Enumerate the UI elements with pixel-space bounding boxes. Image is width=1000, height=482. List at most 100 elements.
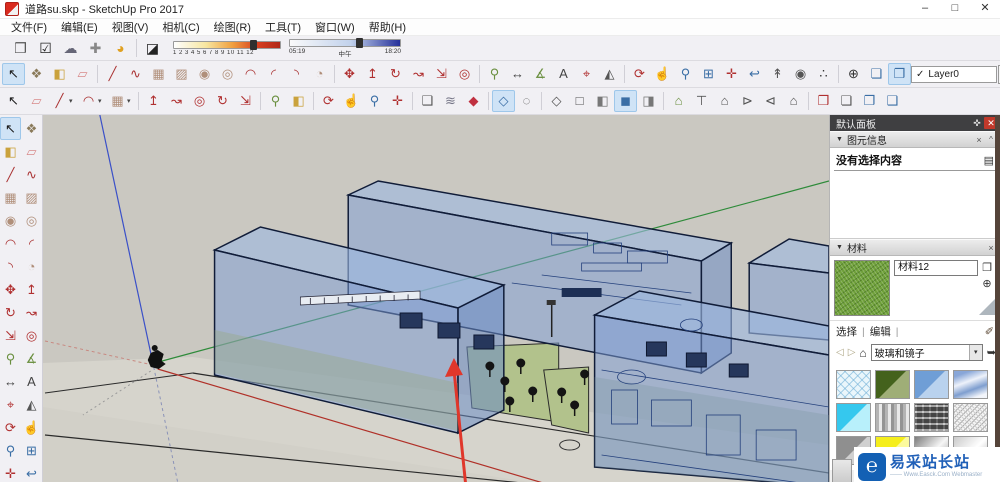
display-section-cuts-button-2[interactable]: ❐ <box>858 90 881 112</box>
paint-bucket-tool[interactable]: ◧ <box>48 63 71 85</box>
right-view-button[interactable]: ⊳ <box>736 90 759 112</box>
material-preview-grass[interactable] <box>834 260 890 316</box>
lt-three-d-text-tool[interactable]: ◭ <box>21 393 42 416</box>
line-tool[interactable]: ╱ <box>101 63 124 85</box>
close-button[interactable]: ✕ <box>970 0 1000 18</box>
layer-dropdown[interactable]: ✓ Layer0 <box>911 65 997 83</box>
wireframe-mode-button[interactable]: ◇ <box>545 90 568 112</box>
shadows-dialog-button[interactable]: ❑ <box>416 90 439 112</box>
swatch-sky-reflective-glass[interactable] <box>953 370 988 399</box>
freehand-tool[interactable]: ∿ <box>124 63 147 85</box>
select-tool-2[interactable]: ↖ <box>2 90 25 112</box>
collection-dropdown[interactable]: 玻璃和镜子 ▾ <box>870 344 983 361</box>
maximize-button[interactable]: □ <box>940 0 970 18</box>
position-camera-tool[interactable]: ↟ <box>766 63 789 85</box>
front-view-button[interactable]: ⌂ <box>713 90 736 112</box>
lt-tape-measure-tool[interactable]: ⚲ <box>0 347 21 370</box>
fog-toggle-button[interactable]: ≋ <box>439 90 462 112</box>
lt-zoom-tool[interactable]: ⚲ <box>0 439 21 462</box>
back-collection-icon[interactable]: ◁ <box>836 347 844 358</box>
swatch-translucent-glass[interactable] <box>836 370 871 399</box>
display-section-planes-button[interactable]: ❏ <box>865 63 888 85</box>
menu-view[interactable]: 视图(V) <box>105 19 156 35</box>
lt-offset-tool[interactable]: ◎ <box>21 324 42 347</box>
sample-paint-dropper-icon[interactable]: ✐ <box>985 325 994 338</box>
material-browser-button[interactable]: ◆ <box>462 90 485 112</box>
offset-tool[interactable]: ◎ <box>453 63 476 85</box>
collapse-triangle-icon-2[interactable]: ▼ <box>836 244 843 251</box>
swatch-corrugated-glass[interactable] <box>875 403 910 432</box>
viewport[interactable] <box>43 115 829 482</box>
back-view-button[interactable]: ⊲ <box>759 90 782 112</box>
iso-view-button[interactable]: ⌂ <box>667 90 690 112</box>
lt-line-tool[interactable]: ╱ <box>0 163 21 186</box>
pie-tool[interactable]: ◔ <box>308 63 331 85</box>
lt-dimension-tool[interactable]: ↔ <box>0 370 21 393</box>
protractor-tool[interactable]: ∡ <box>529 63 552 85</box>
lt-push-pull-tool[interactable]: ↥ <box>21 278 42 301</box>
top-view-button[interactable]: ⊤ <box>690 90 713 112</box>
entity-info-close-icon[interactable]: × <box>973 135 985 145</box>
shaded-mode-button[interactable]: ◧ <box>591 90 614 112</box>
materials-header[interactable]: ▼ 材料 × <box>830 239 1000 256</box>
shadow-date-slider[interactable]: 1 2 3 4 5 6 7 8 9 10 11 12 <box>173 39 281 56</box>
menu-camera[interactable]: 相机(C) <box>155 19 206 35</box>
rotated-rectangle-tool[interactable]: ▨ <box>170 63 193 85</box>
rotate-tool-2[interactable]: ↻ <box>211 90 234 112</box>
back-edges-mode-button[interactable]: ◌ <box>515 90 538 112</box>
home-collections-icon[interactable]: ⌂ <box>859 346 866 360</box>
lt-freehand-tool[interactable]: ∿ <box>21 163 42 186</box>
lt-select-tool[interactable]: ↖ <box>0 117 21 140</box>
pan-tool[interactable]: ☝ <box>651 63 674 85</box>
swatch-frosted-glass[interactable] <box>953 403 988 432</box>
eraser-tool[interactable]: ▱ <box>71 63 94 85</box>
material-name-field[interactable]: 材料12 <box>894 260 978 276</box>
zoom-tool[interactable]: ⚲ <box>674 63 697 85</box>
menu-tools[interactable]: 工具(T) <box>258 19 308 35</box>
lt-paint-bucket-tool[interactable]: ◧ <box>0 140 21 163</box>
zoom-extents-tool[interactable]: ✛ <box>720 63 743 85</box>
scale-tool-2[interactable]: ⇲ <box>234 90 257 112</box>
menu-draw[interactable]: 绘图(R) <box>207 19 258 35</box>
lt-zoom-extents-tool[interactable]: ✛ <box>0 462 21 482</box>
lt-orbit-tool[interactable]: ⟳ <box>0 416 21 439</box>
collapse-triangle-icon[interactable]: ▼ <box>836 136 843 143</box>
lt-axes-tool[interactable]: ⌖ <box>0 393 21 416</box>
pan-tool-2[interactable]: ☝ <box>340 90 363 112</box>
lt-polygon-tool[interactable]: ◎ <box>21 209 42 232</box>
lt-text-tool[interactable]: A <box>21 370 42 393</box>
lt-rectangle-tool[interactable]: ▦ <box>0 186 21 209</box>
offset-tool-2[interactable]: ◎ <box>188 90 211 112</box>
two-point-arc-tool[interactable]: ◜ <box>262 63 285 85</box>
lt-scale-tool[interactable]: ⇲ <box>0 324 21 347</box>
lt-pie-tool[interactable]: ◔ <box>21 255 42 278</box>
component-thumbnail[interactable] <box>832 459 852 482</box>
menu-help[interactable]: 帮助(H) <box>362 19 413 35</box>
pin-icon[interactable]: ✜ <box>970 118 984 129</box>
lt-arc-tool[interactable]: ◠ <box>0 232 21 255</box>
swatch-blue-glass[interactable] <box>914 370 949 399</box>
lt-eraser-tool[interactable]: ▱ <box>21 140 42 163</box>
axes-tool[interactable]: ⌖ <box>575 63 598 85</box>
rectangle-tool[interactable]: ▦ <box>147 63 170 85</box>
follow-me-tool[interactable]: ↝ <box>407 63 430 85</box>
validate-check-icon[interactable]: ☑ <box>33 37 58 59</box>
section-fill-button[interactable]: ❑ <box>881 90 904 112</box>
section-plane-tool[interactable]: ❒ <box>812 90 835 112</box>
collection-caret-icon[interactable]: ▾ <box>968 345 982 360</box>
details-toggle-icon[interactable]: ▤ <box>984 154 994 167</box>
lt-follow-me-tool[interactable]: ↝ <box>21 301 42 324</box>
menu-edit[interactable]: 编辑(E) <box>54 19 105 35</box>
swatch-cyan-glass[interactable] <box>836 403 871 432</box>
entity-info-header[interactable]: ▼ 图元信息 × ^ <box>830 131 1000 148</box>
display-section-cuts-button[interactable]: ❐ <box>888 63 911 85</box>
axes-origin-toggle[interactable]: ⊕ <box>842 63 865 85</box>
lt-rotated-rectangle-tool[interactable]: ▨ <box>21 186 42 209</box>
lt-zoom-window-tool[interactable]: ⊞ <box>21 439 42 462</box>
orbit-tool[interactable]: ⟳ <box>628 63 651 85</box>
shaded-textures-mode-button[interactable]: ◼ <box>614 90 637 112</box>
follow-me-tool-2[interactable]: ↝ <box>165 90 188 112</box>
three-d-text-tool[interactable]: ◭ <box>598 63 621 85</box>
lt-protractor-tool[interactable]: ∡ <box>21 347 42 370</box>
paint-bucket-tool-2[interactable]: ◧ <box>287 90 310 112</box>
